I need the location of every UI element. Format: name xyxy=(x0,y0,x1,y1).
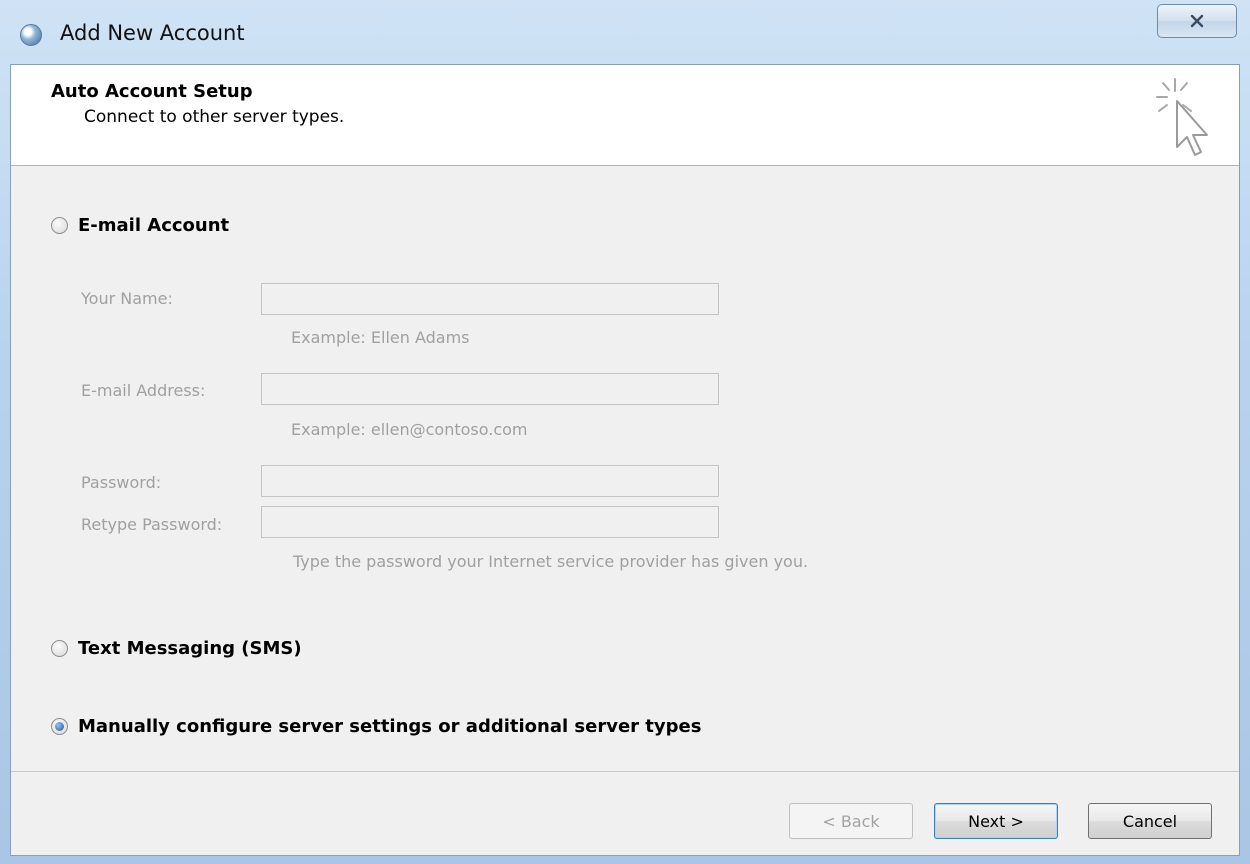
outlook-app-icon xyxy=(20,24,42,46)
retype-password-input[interactable] xyxy=(261,506,719,538)
page-subtitle: Connect to other server types. xyxy=(84,107,345,127)
email-account-label: E-mail Account xyxy=(78,215,230,236)
footer-divider xyxy=(11,771,1239,772)
email-account-radio[interactable] xyxy=(51,217,68,234)
your-name-hint: Example: Ellen Adams xyxy=(291,328,470,347)
your-name-label: Your Name: xyxy=(81,289,173,308)
close-button[interactable] xyxy=(1157,4,1237,38)
wizard-header: Auto Account Setup Connect to other serv… xyxy=(11,65,1239,166)
close-icon xyxy=(1190,14,1204,28)
email-address-label: E-mail Address: xyxy=(81,381,206,400)
email-account-option[interactable]: E-mail Account xyxy=(51,215,229,236)
retype-password-label: Retype Password: xyxy=(81,515,223,534)
password-label: Password: xyxy=(81,473,162,492)
window-title: Add New Account xyxy=(60,21,245,45)
password-hint: Type the password your Internet service … xyxy=(293,552,809,571)
back-button[interactable]: < Back xyxy=(789,803,913,839)
radio-selected-dot xyxy=(55,722,64,731)
text-messaging-label: Text Messaging (SMS) xyxy=(78,638,302,659)
email-address-input[interactable] xyxy=(261,373,719,405)
sparkle-cursor-icon xyxy=(1156,78,1208,156)
email-address-hint: Example: ellen@contoso.com xyxy=(291,420,528,439)
text-messaging-option[interactable]: Text Messaging (SMS) xyxy=(51,638,302,659)
manual-config-label: Manually configure server settings or ad… xyxy=(78,716,702,737)
manual-config-option[interactable]: Manually configure server settings or ad… xyxy=(51,716,701,737)
manual-config-radio[interactable] xyxy=(51,718,68,735)
next-button[interactable]: Next > xyxy=(934,803,1058,839)
cancel-button[interactable]: Cancel xyxy=(1088,803,1212,839)
add-new-account-window: Add New Account Auto Account Setup Conne… xyxy=(0,0,1250,864)
title-bar[interactable]: Add New Account xyxy=(0,0,1250,64)
dialog-body: Auto Account Setup Connect to other serv… xyxy=(10,64,1240,856)
text-messaging-radio[interactable] xyxy=(51,640,68,657)
your-name-input[interactable] xyxy=(261,283,719,315)
password-input[interactable] xyxy=(261,465,719,497)
page-title: Auto Account Setup xyxy=(51,81,253,102)
